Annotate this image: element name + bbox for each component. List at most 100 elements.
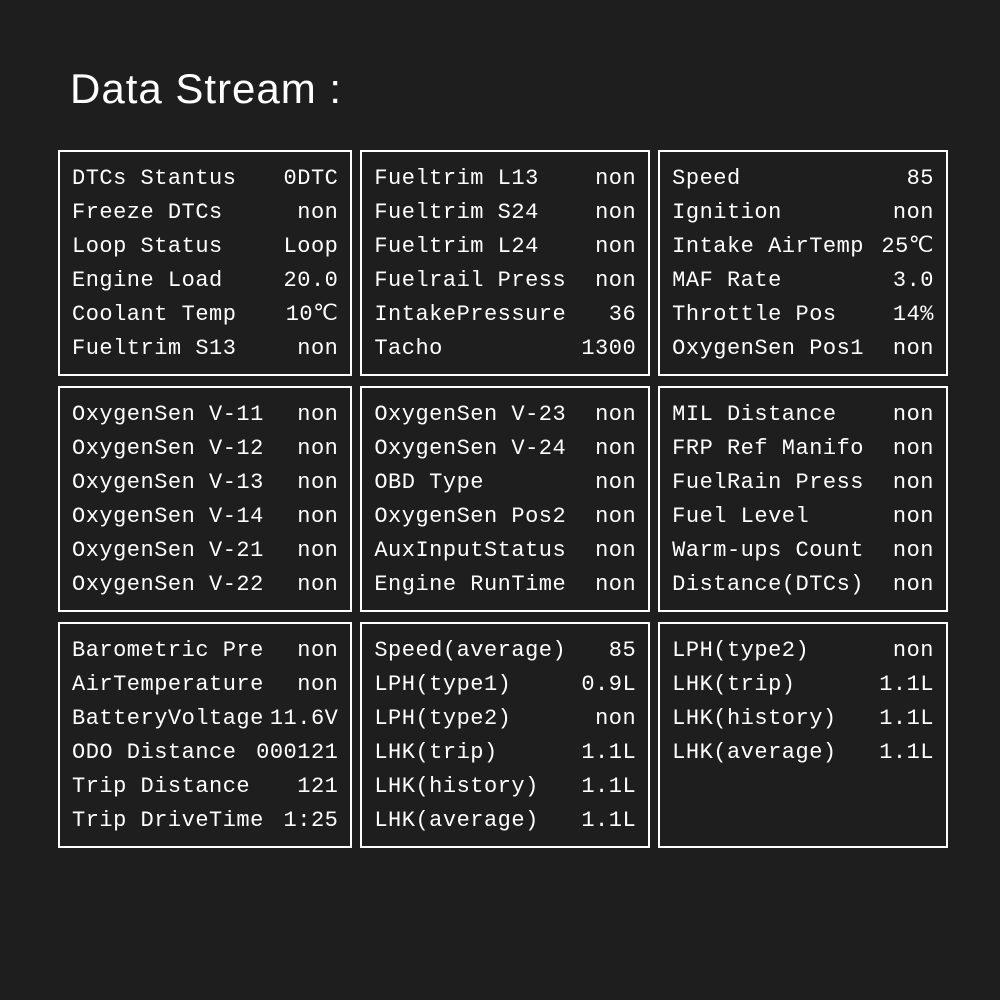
data-value: 1.1L	[873, 702, 934, 736]
data-value: non	[291, 668, 338, 702]
data-value: non	[589, 162, 636, 196]
data-value: non	[887, 398, 934, 432]
data-row: DTCs Stantus0DTC	[72, 162, 338, 196]
data-label: Warm-ups Count	[672, 534, 864, 568]
data-value: 10℃	[280, 298, 339, 332]
data-value: non	[291, 534, 338, 568]
data-value: non	[291, 568, 338, 602]
data-label: Distance(DTCs)	[672, 568, 864, 602]
data-row: FuelRain Pressnon	[672, 466, 934, 500]
data-value: non	[589, 264, 636, 298]
data-label: OxygenSen V-22	[72, 568, 264, 602]
data-value: non	[589, 702, 636, 736]
data-label: Freeze DTCs	[72, 196, 223, 230]
data-value: Loop	[278, 230, 339, 264]
data-value: 0DTC	[278, 162, 339, 196]
data-value: non	[291, 196, 338, 230]
data-row: Engine RunTime non	[374, 568, 636, 602]
data-label: OxygenSen V-13	[72, 466, 264, 500]
data-label: AuxInputStatus	[374, 534, 566, 568]
data-row: Distance(DTCs)non	[672, 568, 934, 602]
data-row: OxygenSen Pos1non	[672, 332, 934, 366]
data-value: 85	[901, 162, 934, 196]
data-row: LHK(average) 1.1L	[672, 736, 934, 770]
data-value: non	[589, 196, 636, 230]
data-stream-grid: DTCs Stantus0DTCFreeze DTCsnonLoop Statu…	[58, 150, 948, 848]
data-label: Throttle Pos	[672, 298, 836, 332]
data-value: non	[589, 500, 636, 534]
data-row: Coolant Temp 10℃	[72, 298, 338, 332]
data-row: OxygenSen V-23non	[374, 398, 636, 432]
data-label: LHK(average)	[672, 736, 836, 770]
data-panel: Fueltrim L13nonFueltrim S24nonFueltrim L…	[360, 150, 650, 376]
data-row: Fueltrim S13non	[72, 332, 338, 366]
data-label: ODO Distance	[72, 736, 236, 770]
data-row: Intake AirTemp25℃	[672, 230, 934, 264]
data-label: Tacho	[374, 332, 443, 366]
data-label: OxygenSen Pos1	[672, 332, 864, 366]
data-value: 1.1L	[873, 736, 934, 770]
data-row: Speed85	[672, 162, 934, 196]
data-label: Engine RunTime	[374, 568, 566, 602]
data-row: LPH(type1)0.9L	[374, 668, 636, 702]
data-value: non	[291, 500, 338, 534]
data-row: OxygenSen V-11non	[72, 398, 338, 432]
data-value: 1:25	[278, 804, 339, 838]
data-label: Trip DriveTime	[72, 804, 264, 838]
data-label: OxygenSen V-21	[72, 534, 264, 568]
data-row: Fueltrim L24non	[374, 230, 636, 264]
data-row: Freeze DTCs non	[72, 196, 338, 230]
data-value: non	[291, 332, 338, 366]
data-value: 1.1L	[575, 770, 636, 804]
data-label: LHK(average)	[374, 804, 538, 838]
data-row: OxygenSen Pos2 non	[374, 500, 636, 534]
data-value: non	[589, 568, 636, 602]
data-label: OxygenSen V-12	[72, 432, 264, 466]
data-label: OxygenSen Pos2	[374, 500, 566, 534]
data-value: 0.9L	[575, 668, 636, 702]
data-label: Fueltrim L24	[374, 230, 538, 264]
data-row: LHK(trip)1.1L	[672, 668, 934, 702]
data-label: OxygenSen V-14	[72, 500, 264, 534]
data-row: OxygenSen V-22 non	[72, 568, 338, 602]
data-row: Warm-ups Count non	[672, 534, 934, 568]
data-label: MIL Distance	[672, 398, 836, 432]
data-panel: OxygenSen V-11nonOxygenSen V-12nonOxygen…	[58, 386, 352, 612]
data-row: OBD Typenon	[374, 466, 636, 500]
data-value: non	[887, 466, 934, 500]
data-label: LPH(type2)	[374, 702, 511, 736]
data-row: LPH(type2) non	[374, 702, 636, 736]
data-value: 85	[603, 634, 636, 668]
data-label: Intake AirTemp	[672, 230, 864, 264]
data-row: Fueltrim S24non	[374, 196, 636, 230]
data-row: Trip DriveTime 1:25	[72, 804, 338, 838]
page-title: Data Stream :	[70, 65, 342, 113]
data-row: OxygenSen V-12non	[72, 432, 338, 466]
data-row: MAF Rate3.0	[672, 264, 934, 298]
data-value: non	[887, 534, 934, 568]
data-value: non	[589, 534, 636, 568]
data-value: 000121	[250, 736, 338, 770]
data-label: LHK(trip)	[374, 736, 497, 770]
data-row: LPH(type2)non	[672, 634, 934, 668]
data-row: IntakePressure36	[374, 298, 636, 332]
data-row: Trip Distance121	[72, 770, 338, 804]
data-label: IntakePressure	[374, 298, 566, 332]
data-label: MAF Rate	[672, 264, 782, 298]
data-row: OxygenSen V-21 non	[72, 534, 338, 568]
data-row: Speed(average)85	[374, 634, 636, 668]
data-label: Ignition	[672, 196, 782, 230]
data-row: Fuel Levelnon	[672, 500, 934, 534]
data-label: FRP Ref Manifo	[672, 432, 864, 466]
data-label: Engine Load	[72, 264, 223, 298]
data-row: Barometric Prenon	[72, 634, 338, 668]
data-label: OxygenSen V-23	[374, 398, 566, 432]
data-row: LHK(trip)1.1L	[374, 736, 636, 770]
data-value: 20.0	[278, 264, 339, 298]
data-label: Barometric Pre	[72, 634, 264, 668]
data-panel: OxygenSen V-23nonOxygenSen V-24nonOBD Ty…	[360, 386, 650, 612]
data-label: Coolant Temp	[72, 298, 236, 332]
data-label: BatteryVoltage	[72, 702, 264, 736]
data-label: OxygenSen V-24	[374, 432, 566, 466]
data-row: Tacho1300	[374, 332, 636, 366]
